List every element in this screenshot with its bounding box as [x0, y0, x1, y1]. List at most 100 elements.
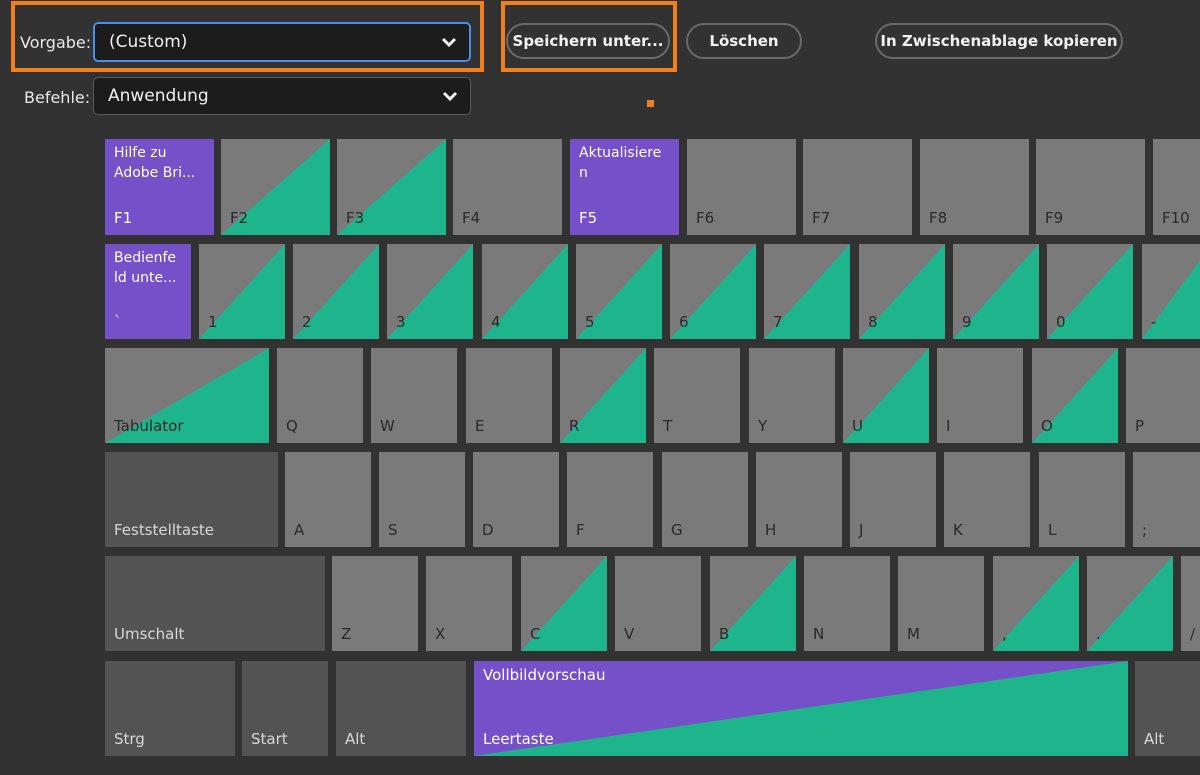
key-label: Tabulator	[114, 417, 184, 435]
key-label: N	[813, 625, 825, 643]
key-k8[interactable]: 8	[859, 244, 945, 339]
key-k4[interactable]: 4	[482, 244, 568, 339]
key-label: F5	[579, 209, 598, 227]
key-y[interactable]: Y	[749, 348, 835, 443]
key-e[interactable]: E	[466, 348, 552, 443]
commands-value: Anwendung	[108, 86, 209, 106]
key-q[interactable]: Q	[277, 348, 363, 443]
key-r[interactable]: R	[560, 348, 646, 443]
key-s[interactable]: S	[379, 452, 465, 547]
key-shift[interactable]: Umschalt	[105, 556, 325, 651]
key-alt-left[interactable]: Alt	[336, 661, 466, 756]
key-b[interactable]: B	[710, 556, 796, 651]
key-label: O	[1041, 417, 1053, 435]
key-h[interactable]: H	[756, 452, 842, 547]
key-k2[interactable]: 2	[293, 244, 379, 339]
key-label: Umschalt	[114, 625, 185, 643]
key-k7[interactable]: 7	[764, 244, 850, 339]
key-label: ;	[1142, 521, 1148, 539]
commands-select[interactable]: Anwendung	[93, 77, 471, 115]
key-label: H	[765, 521, 777, 539]
key-f6[interactable]: F6	[687, 139, 796, 235]
key-z[interactable]: Z	[332, 556, 418, 651]
copy-to-clipboard-button[interactable]: In Zwischenablage kopieren	[875, 23, 1123, 59]
key-caps[interactable]: Feststelltaste	[105, 452, 278, 547]
key-d[interactable]: D	[473, 452, 559, 547]
key-tab[interactable]: Tabulator	[105, 348, 269, 443]
key-f8[interactable]: F8	[920, 139, 1029, 235]
orange-marker	[647, 100, 654, 107]
key-label: 4	[491, 313, 501, 331]
key-slash[interactable]: /	[1181, 556, 1200, 651]
key-f10[interactable]: F10	[1153, 139, 1200, 235]
key-label: V	[624, 625, 635, 643]
key-label: J	[859, 521, 864, 539]
key-k6[interactable]: 6	[670, 244, 756, 339]
key-label: 1	[208, 313, 218, 331]
key-k3[interactable]: 3	[387, 244, 473, 339]
key-o[interactable]: O	[1032, 348, 1118, 443]
key-label: B	[719, 625, 730, 643]
key-label: F1	[114, 209, 133, 227]
key-label: Feststelltaste	[114, 521, 214, 539]
key-j[interactable]: J	[850, 452, 936, 547]
key-label: 2	[302, 313, 312, 331]
key-f[interactable]: F	[567, 452, 653, 547]
key-label: R	[569, 417, 580, 435]
key-g[interactable]: G	[662, 452, 748, 547]
key-minus[interactable]: -	[1142, 244, 1200, 339]
key-semicolon[interactable]: ;	[1133, 452, 1200, 547]
key-v[interactable]: V	[615, 556, 701, 651]
key-comma[interactable]: ,	[993, 556, 1079, 651]
key-label: 5	[585, 313, 595, 331]
key-command-label: Hilfe zu Adobe Bri...	[114, 145, 196, 181]
key-label: P	[1135, 417, 1145, 435]
key-period[interactable]: .	[1087, 556, 1173, 651]
key-p[interactable]: P	[1126, 348, 1200, 443]
key-c[interactable]: C	[521, 556, 607, 651]
key-backtick[interactable]: Bedienfe ld unte... `	[105, 244, 191, 339]
key-f5[interactable]: Aktualisiere n F5	[570, 139, 679, 235]
key-label: X	[435, 625, 446, 643]
key-label: ,	[1002, 625, 1007, 643]
key-k[interactable]: K	[944, 452, 1030, 547]
key-label: Leertaste	[483, 730, 554, 748]
key-f3[interactable]: F3	[337, 139, 446, 235]
key-f2[interactable]: F2	[221, 139, 330, 235]
key-n[interactable]: N	[804, 556, 890, 651]
key-k9[interactable]: 9	[953, 244, 1039, 339]
key-start[interactable]: Start	[242, 661, 328, 756]
key-label: M	[907, 625, 920, 643]
key-label: W	[380, 417, 395, 435]
key-a[interactable]: A	[285, 452, 371, 547]
key-label: F8	[929, 209, 948, 227]
key-k1[interactable]: 1	[199, 244, 285, 339]
key-label: Z	[341, 625, 352, 643]
key-ctrl[interactable]: Strg	[105, 661, 235, 756]
key-f4[interactable]: F4	[453, 139, 562, 235]
key-t[interactable]: T	[654, 348, 740, 443]
key-x[interactable]: X	[426, 556, 512, 651]
key-label: Strg	[114, 730, 145, 748]
key-label: -	[1151, 313, 1157, 331]
delete-button[interactable]: Löschen	[686, 23, 802, 59]
key-m[interactable]: M	[898, 556, 984, 651]
key-label: T	[663, 417, 673, 435]
key-f9[interactable]: F9	[1036, 139, 1145, 235]
key-alt-right[interactable]: Alt	[1135, 661, 1200, 756]
key-k0[interactable]: 0	[1047, 244, 1133, 339]
key-label: 7	[773, 313, 783, 331]
key-space[interactable]: Vollbildvorschau Leertaste	[474, 661, 1128, 756]
key-f7[interactable]: F7	[803, 139, 912, 235]
key-f1[interactable]: Hilfe zu Adobe Bri... F1	[105, 139, 214, 235]
chevron-down-icon	[442, 91, 458, 101]
key-label: Alt	[1144, 730, 1165, 748]
key-l[interactable]: L	[1039, 452, 1125, 547]
key-label: 6	[679, 313, 689, 331]
key-label: Q	[286, 417, 298, 435]
key-i[interactable]: I	[937, 348, 1023, 443]
key-label: F4	[462, 209, 481, 227]
key-k5[interactable]: 5	[576, 244, 662, 339]
key-w[interactable]: W	[371, 348, 457, 443]
key-u[interactable]: U	[843, 348, 929, 443]
